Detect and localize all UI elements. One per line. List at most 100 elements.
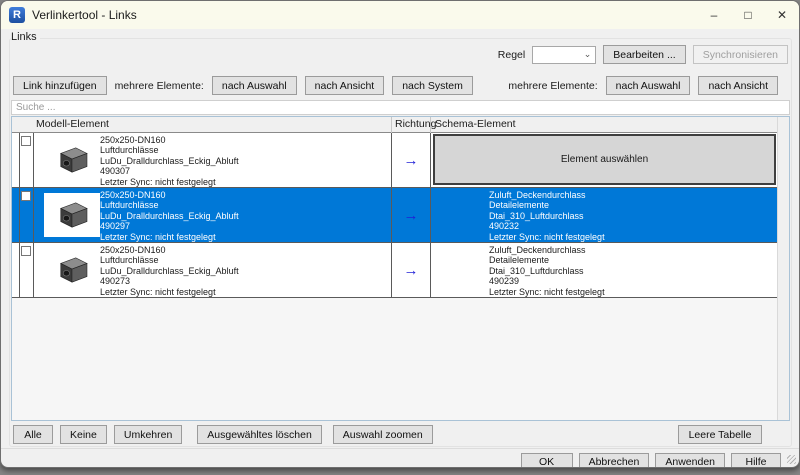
schema-element-info: Zuluft_Deckendurchlass Detailelemente Dt…: [489, 190, 605, 242]
by-view-button-right[interactable]: nach Ansicht: [698, 76, 778, 95]
apply-button[interactable]: Anwenden: [655, 453, 725, 468]
by-selection-button-left[interactable]: nach Auswahl: [212, 76, 297, 95]
select-all-button[interactable]: Alle: [13, 425, 53, 444]
model-line: Luftdurchlässe: [100, 255, 239, 265]
model-line: 490297: [100, 221, 239, 231]
table-row[interactable]: 250x250-DN160 Luftdurchlässe LuDu_Dralld…: [12, 188, 777, 243]
search-input[interactable]: [11, 100, 790, 115]
row-header[interactable]: [12, 243, 20, 297]
model-element-info: 250x250-DN160 Luftdurchlässe LuDu_Dralld…: [100, 135, 239, 187]
window-title: Verlinkertool - Links: [32, 8, 137, 22]
direction-cell: →: [392, 243, 431, 297]
row-checkbox-cell: [20, 188, 34, 242]
row-checkbox-cell: [20, 243, 34, 297]
row-checkbox[interactable]: [21, 136, 31, 146]
multi-elements-label-left: mehrere Elemente:: [115, 80, 204, 92]
synchronize-button[interactable]: Synchronisieren: [693, 45, 788, 64]
schema-line: 490232: [489, 221, 605, 231]
selection-toolbar: Alle Keine Umkehren Ausgewähltes löschen…: [13, 425, 433, 444]
direction-arrow-icon: →: [404, 208, 419, 223]
model-line: 490273: [100, 276, 239, 286]
schema-line: Zuluft_Deckendurchlass: [489, 245, 605, 255]
app-icon: R: [9, 7, 25, 23]
schema-line: Detailelemente: [489, 255, 605, 265]
model-line: Luftdurchlässe: [100, 145, 239, 155]
direction-arrow-icon: →: [404, 263, 419, 278]
dialog-buttons: OK Abbrechen Anwenden Hilfe: [521, 453, 781, 468]
model-line: 250x250-DN160: [100, 245, 239, 255]
model-element-cell[interactable]: 250x250-DN160 Luftdurchlässe LuDu_Dralld…: [34, 188, 392, 242]
schema-line: Dtai_310_Luftdurchlass: [489, 266, 605, 276]
diffuser-3d-icon: [53, 255, 91, 285]
footer-divider: [1, 448, 799, 449]
maximize-icon[interactable]: □: [731, 1, 765, 29]
model-element-cell[interactable]: 250x250-DN160 Luftdurchlässe LuDu_Dralld…: [34, 133, 392, 187]
rule-label: Regel: [498, 49, 525, 61]
model-line: Letzter Sync: nicht festgelegt: [100, 232, 239, 242]
table-row[interactable]: 250x250-DN160 Luftdurchlässe LuDu_Dralld…: [12, 243, 777, 298]
row-checkbox[interactable]: [21, 191, 31, 201]
schema-element-cell[interactable]: Zuluft_Deckendurchlass Detailelemente Dt…: [431, 188, 778, 242]
schema-line: Letzter Sync: nicht festgelegt: [489, 232, 605, 242]
ok-button[interactable]: OK: [521, 453, 573, 468]
row-header[interactable]: [12, 188, 20, 242]
edit-rule-button[interactable]: Bearbeiten ...: [603, 45, 685, 64]
direction-cell: →: [392, 133, 431, 187]
element-thumbnail: [44, 193, 100, 237]
model-line: Luftdurchlässe: [100, 200, 239, 210]
model-line: LuDu_Dralldurchlass_Eckig_Abluft: [100, 156, 239, 166]
column-header-direction[interactable]: Richtung: [392, 117, 431, 133]
model-line: 250x250-DN160: [100, 135, 239, 145]
by-view-button-left[interactable]: nach Ansicht: [305, 76, 385, 95]
rule-combobox[interactable]: ⌄: [532, 46, 596, 64]
schema-line: Detailelemente: [489, 200, 605, 210]
direction-arrow-icon: →: [404, 153, 419, 168]
close-icon[interactable]: ✕: [765, 1, 799, 29]
row-checkbox[interactable]: [21, 246, 31, 256]
model-line: 250x250-DN160: [100, 190, 239, 200]
column-header-schema[interactable]: Schema-Element: [431, 117, 777, 133]
select-none-button[interactable]: Keine: [60, 425, 107, 444]
schema-line: Letzter Sync: nicht festgelegt: [489, 287, 605, 297]
table-header: Modell-Element Richtung Schema-Element: [12, 117, 777, 133]
model-line: LuDu_Dralldurchlass_Eckig_Abluft: [100, 211, 239, 221]
select-element-button[interactable]: Element auswählen: [433, 134, 776, 185]
delete-selected-button[interactable]: Ausgewähltes löschen: [197, 425, 321, 444]
schema-element-cell: Element auswählen: [431, 133, 778, 187]
model-line: Letzter Sync: nicht festgelegt: [100, 177, 239, 187]
window-controls: – □ ✕: [697, 1, 799, 29]
add-link-button[interactable]: Link hinzufügen: [13, 76, 107, 95]
model-element-cell[interactable]: 250x250-DN160 Luftdurchlässe LuDu_Dralld…: [34, 243, 392, 297]
invert-selection-button[interactable]: Umkehren: [114, 425, 182, 444]
direction-cell: →: [392, 188, 431, 242]
minimize-icon[interactable]: –: [697, 1, 731, 29]
row-header[interactable]: [12, 133, 20, 187]
resize-grip[interactable]: [787, 455, 796, 464]
help-button[interactable]: Hilfe: [731, 453, 781, 468]
by-system-button[interactable]: nach System: [392, 76, 473, 95]
clear-table-button[interactable]: Leere Tabelle: [678, 425, 762, 444]
diffuser-3d-icon: [53, 200, 91, 230]
schema-line: Zuluft_Deckendurchlass: [489, 190, 605, 200]
cancel-button[interactable]: Abbrechen: [579, 453, 650, 468]
vertical-scrollbar[interactable]: [777, 117, 789, 420]
table-row[interactable]: 250x250-DN160 Luftdurchlässe LuDu_Dralld…: [12, 133, 777, 188]
diffuser-3d-icon: [53, 145, 91, 175]
rule-bar: Regel ⌄ Bearbeiten ... Synchronisieren: [498, 45, 788, 64]
group-label-links: Links: [11, 31, 40, 43]
column-header-model[interactable]: Modell-Element: [12, 117, 392, 133]
zoom-selection-button[interactable]: Auswahl zoomen: [333, 425, 433, 444]
schema-element-info: Zuluft_Deckendurchlass Detailelemente Dt…: [489, 245, 605, 297]
schema-line: 490239: [489, 276, 605, 286]
chevron-down-icon: ⌄: [584, 49, 592, 60]
toolbar-left: Link hinzufügen mehrere Elemente: nach A…: [13, 76, 473, 95]
multi-elements-label-right: mehrere Elemente:: [508, 80, 597, 92]
element-thumbnail: [44, 138, 100, 182]
schema-element-cell[interactable]: Zuluft_Deckendurchlass Detailelemente Dt…: [431, 243, 778, 297]
dialog-window: R Verlinkertool - Links – □ ✕ Links Rege…: [0, 0, 800, 468]
by-selection-button-right[interactable]: nach Auswahl: [606, 76, 691, 95]
element-thumbnail: [44, 248, 100, 292]
title-bar: R Verlinkertool - Links – □ ✕: [1, 1, 799, 29]
model-line: Letzter Sync: nicht festgelegt: [100, 287, 239, 297]
app-icon-letter: R: [13, 9, 21, 21]
